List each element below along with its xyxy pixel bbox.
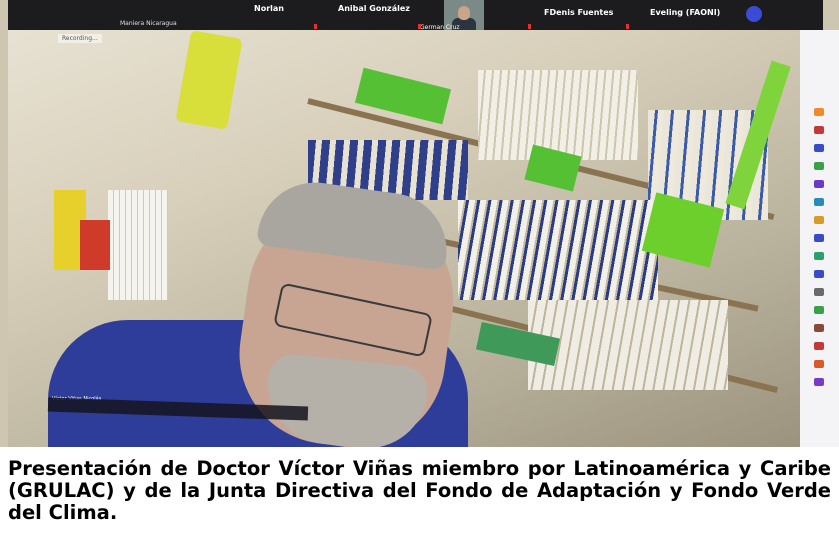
participant-strip: Maniera Nicaragua Norlan Anibal González… <box>8 0 823 31</box>
participant-dot <box>814 162 824 170</box>
mute-indicator <box>418 24 421 29</box>
participant-name: Norlan <box>254 4 284 13</box>
participant-name: Eveling (FAONI) <box>650 8 721 17</box>
participant-dot <box>814 342 824 350</box>
recording-label: Recording... <box>58 34 102 43</box>
participant-dot <box>814 198 824 206</box>
participant-name: Maniera Nicaragua <box>120 20 177 27</box>
participant-dot <box>814 180 824 188</box>
participant-dot <box>814 378 824 386</box>
participant-dot <box>814 126 824 134</box>
book-row <box>80 220 110 270</box>
book-row <box>458 200 658 300</box>
photo: Maniera Nicaragua Norlan Anibal González… <box>0 0 839 447</box>
participant-dot <box>814 324 824 332</box>
participant-dot <box>814 144 824 152</box>
participant-dot <box>814 216 824 224</box>
participant-name: FDenis Fuentes <box>544 8 614 17</box>
yellow-bag <box>175 30 243 130</box>
participant-dot <box>814 108 824 116</box>
participant-dot <box>814 288 824 296</box>
monitor-screen: Maniera Nicaragua Norlan Anibal González… <box>8 0 823 447</box>
participant-name: German Cruz <box>420 24 460 31</box>
book-row <box>108 190 168 300</box>
book-row <box>478 70 638 160</box>
mute-indicator <box>528 24 531 29</box>
thumbnail-face <box>458 6 470 20</box>
participant-avatar-icon <box>746 6 762 22</box>
mute-indicator <box>314 24 317 29</box>
participant-dot <box>814 306 824 314</box>
participant-dot <box>814 360 824 368</box>
photo-caption: Presentación de Doctor Víctor Viñas miem… <box>8 457 831 524</box>
participant-dot <box>814 270 824 278</box>
participant-dot <box>814 252 824 260</box>
mute-indicator <box>626 24 629 29</box>
participant-name: Anibal González <box>338 4 410 13</box>
participant-dot <box>814 234 824 242</box>
